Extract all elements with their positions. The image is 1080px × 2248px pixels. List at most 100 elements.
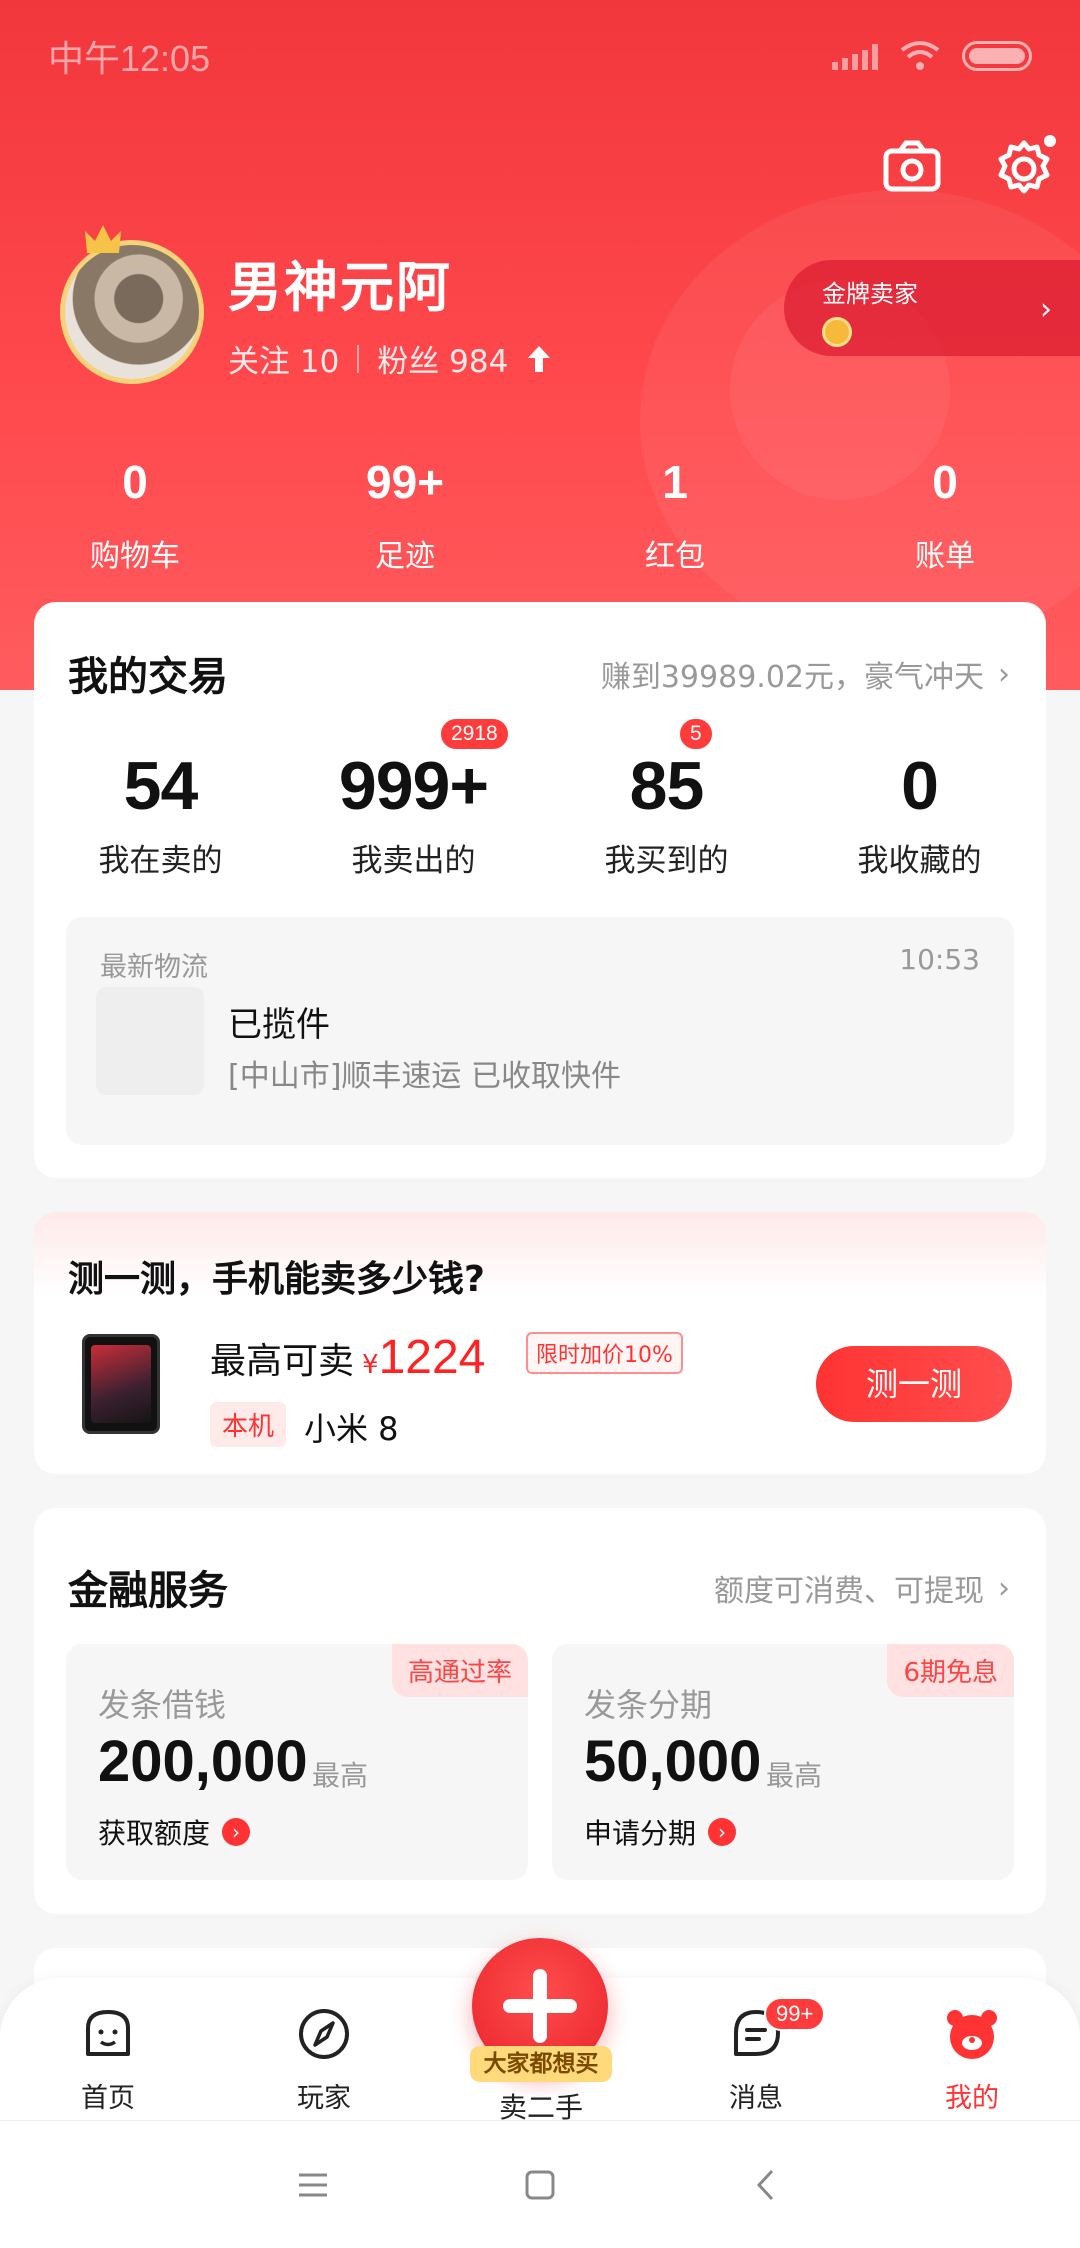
- estimate-price-row: 最高可卖 ¥ 1224: [210, 1330, 485, 1385]
- profile-summary: 男神元阿 关注 10 粉丝 984: [60, 225, 552, 384]
- tab-label: 我的: [945, 2083, 999, 2114]
- count-bill[interactable]: 0 账单: [810, 455, 1080, 575]
- loan-action[interactable]: 获取额度 ›: [98, 1812, 251, 1852]
- finance-summary-link[interactable]: 额度可消费、可提现 ›: [714, 1566, 1010, 1610]
- finance-summary: 额度可消费、可提现: [714, 1574, 984, 1609]
- trade-bought[interactable]: 85 我买到的 5: [540, 717, 793, 880]
- count-red-packet[interactable]: 1 红包: [540, 455, 810, 575]
- arrow-up-icon: [528, 345, 551, 372]
- trade-value: 54: [123, 748, 199, 824]
- count-value: 0: [932, 456, 958, 508]
- promo-tag: 限时加价10%: [526, 1332, 683, 1374]
- tab-label: 首页: [81, 2083, 135, 2114]
- bear-icon: [947, 2010, 997, 2059]
- message-count-badge: 99+: [764, 1997, 826, 2031]
- gold-seller-badge[interactable]: 金牌卖家 ›: [784, 260, 1080, 356]
- my-trade-card: 我的交易 赚到39989.02元，豪气冲天 › 54 我在卖的 999+ 我卖出…: [34, 602, 1046, 1178]
- latest-logistics[interactable]: 最新物流 10:53 已揽件 [中山市]顺丰速运 已收取快件: [66, 917, 1014, 1145]
- trade-value: 85: [629, 748, 705, 824]
- status-time: 中午12:05: [48, 38, 211, 79]
- loan-action-label: 获取额度: [98, 1817, 211, 1850]
- phone-image: [82, 1334, 160, 1434]
- sell-promo-badge: 大家都想买: [470, 2046, 612, 2082]
- loan-badge: 高通过率: [391, 1644, 528, 1697]
- profile-page: 中午12:05 男神元阿 关注 10 粉丝 984 金牌卖家 › 0 购物车 9…: [0, 0, 1080, 2248]
- bought-count-badge: 5: [678, 717, 714, 751]
- device-model: 小米 8: [304, 1410, 399, 1448]
- user-name: 男神元阿: [228, 256, 452, 319]
- price-prefix: 最高可卖: [210, 1341, 355, 1382]
- follow-count[interactable]: 关注 10: [228, 336, 339, 381]
- trade-value: 999+: [338, 748, 489, 824]
- count-cart[interactable]: 0 购物车: [0, 455, 270, 575]
- loan-max-label: 最高: [312, 1759, 369, 1792]
- loan-card[interactable]: 高通过率 发条借钱 200,000 最高 获取额度 ›: [66, 1644, 528, 1880]
- fans-count[interactable]: 粉丝 984: [377, 336, 508, 381]
- tab-messages[interactable]: 消息: [648, 1978, 864, 2120]
- home-face-icon: [86, 2010, 130, 2056]
- status-bar: 中午12:05: [0, 0, 1080, 112]
- chevron-right-icon: ›: [998, 1570, 1010, 1606]
- trade-title: 我的交易: [68, 654, 228, 700]
- avatar[interactable]: [60, 225, 204, 384]
- loan-amount: 200,000: [98, 1729, 308, 1794]
- count-label: 红包: [645, 539, 705, 574]
- installment-name: 发条分期: [584, 1686, 713, 1724]
- count-label: 账单: [915, 539, 975, 574]
- tab-label: 玩家: [297, 2083, 351, 2114]
- system-navigation-bar: [0, 2120, 1080, 2248]
- back-icon[interactable]: [747, 2165, 787, 2205]
- settings-gear-icon[interactable]: [992, 135, 1056, 199]
- package-thumbnail: [96, 987, 204, 1095]
- trade-sold[interactable]: 999+ 我卖出的 2918: [287, 717, 540, 880]
- logistics-time: 10:53: [899, 943, 980, 976]
- finance-title: 金融服务: [68, 1568, 228, 1614]
- count-value: 0: [122, 456, 148, 508]
- estimate-title: 测一测，手机能卖多少钱?: [68, 1259, 485, 1300]
- trade-selling[interactable]: 54 我在卖的: [34, 747, 287, 880]
- status-icons: [832, 40, 1032, 72]
- trade-favorites[interactable]: 0 我收藏的: [793, 747, 1046, 880]
- tab-mine[interactable]: 我的: [864, 1978, 1080, 2120]
- count-label: 购物车: [90, 539, 180, 574]
- chevron-right-icon: ›: [1040, 292, 1052, 327]
- camera-icon[interactable]: [880, 135, 944, 199]
- loan-name: 发条借钱: [98, 1686, 227, 1724]
- trade-summary: 赚到39989.02元，豪气冲天: [600, 660, 984, 695]
- trade-label: 我买到的: [604, 843, 729, 879]
- count-footprint[interactable]: 99+ 足迹: [270, 455, 540, 575]
- sold-count-badge: 2918: [439, 717, 510, 751]
- arrow-circle-icon: ›: [222, 1818, 251, 1846]
- installment-badge: 6期免息: [887, 1644, 1014, 1697]
- home-square-icon[interactable]: [520, 2165, 560, 2205]
- installment-action[interactable]: 申请分期 ›: [584, 1812, 737, 1852]
- chevron-right-icon: ›: [998, 656, 1010, 692]
- logistics-header: 最新物流: [100, 952, 208, 983]
- arrow-circle-icon: ›: [708, 1818, 737, 1846]
- count-value: 99+: [365, 456, 445, 508]
- trade-label: 我收藏的: [857, 843, 982, 879]
- installment-amount: 50,000: [584, 1729, 762, 1794]
- menu-icon[interactable]: [293, 2165, 333, 2205]
- trade-summary-link[interactable]: 赚到39989.02元，豪气冲天 ›: [601, 652, 1010, 696]
- count-label: 足迹: [375, 539, 435, 574]
- logistics-status: 已揽件: [228, 1005, 330, 1045]
- wifi-icon: [900, 41, 940, 70]
- signal-icon: [832, 42, 878, 70]
- phone-estimate-card: 测一测，手机能卖多少钱? 最高可卖 ¥ 1224 限时加价10% 本机 小米 8…: [34, 1212, 1046, 1474]
- crown-icon: [85, 225, 121, 253]
- tab-home[interactable]: 首页: [0, 1978, 216, 2120]
- trade-label: 我在卖的: [98, 843, 223, 879]
- installment-card[interactable]: 6期免息 发条分期 50,000 最高 申请分期 ›: [552, 1644, 1014, 1880]
- count-value: 1: [662, 456, 688, 508]
- trade-stats: 54 我在卖的 999+ 我卖出的 2918 85 我买到的 5 0 我收藏的: [34, 717, 1046, 880]
- trade-label: 我卖出的: [351, 843, 476, 879]
- battery-icon: [962, 41, 1032, 71]
- logistics-detail: [中山市]顺丰速运 已收取快件: [228, 1059, 621, 1094]
- trade-value: 0: [901, 748, 939, 824]
- estimate-price: 1224: [378, 1331, 486, 1384]
- estimate-button[interactable]: 测一测: [816, 1346, 1012, 1422]
- device-tag: 本机: [210, 1402, 287, 1447]
- tab-players[interactable]: 玩家: [216, 1978, 432, 2120]
- installment-max-label: 最高: [766, 1759, 823, 1792]
